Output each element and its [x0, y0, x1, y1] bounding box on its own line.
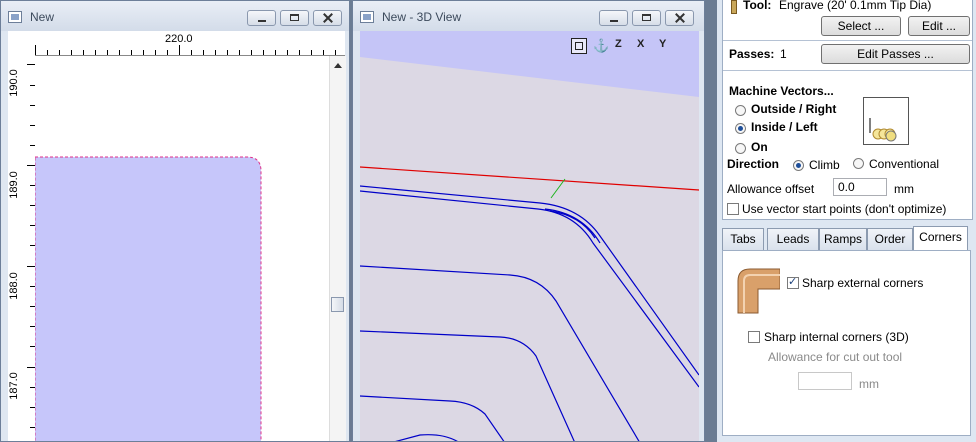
sharp-corner-icon [732, 263, 781, 315]
minimize-button[interactable] [599, 10, 628, 26]
climb-label[interactable]: Climb [809, 158, 840, 172]
ruler-label-220: 220.0 [165, 33, 193, 45]
vector-start-checkbox[interactable] [727, 203, 739, 215]
tool-settings-group: Tool: Engrave (20' 0.1mm Tip Dia) Select… [722, 0, 973, 220]
machine-vectors-heading: Machine Vectors... [729, 84, 834, 98]
allowance-unit: mm [894, 182, 914, 196]
ruler-corner [8, 31, 35, 55]
corners-tab-content: Sharp external corners Sharp internal co… [722, 250, 971, 436]
3d-window-titlebar[interactable]: New - 3D View [353, 1, 704, 31]
view-icons-toolbar: ⚓ Z X Y [571, 38, 691, 58]
3d-view-window: New - 3D View ⚓ Z X Y [352, 0, 705, 442]
on-label[interactable]: On [751, 140, 768, 154]
inside-left-label[interactable]: Inside / Left [751, 120, 818, 134]
tool-name: Engrave (20' 0.1mm Tip Dia) [779, 0, 932, 12]
2d-window-titlebar[interactable]: New [1, 1, 349, 31]
vector-start-label[interactable]: Use vector start points (don't optimize) [742, 202, 946, 216]
window-icon [360, 11, 374, 23]
cutout-allowance-unit: mm [859, 377, 879, 391]
vertical-ruler: 190.0 189.0 188.0 187.0 [7, 55, 36, 441]
horizontal-ruler: 220.0 [35, 31, 345, 56]
ruler-label-190: 190.0 [7, 69, 20, 97]
direction-label: Direction [727, 157, 780, 171]
machine-vectors-preview-icon [863, 97, 909, 145]
tab-tabs[interactable]: Tabs [722, 228, 764, 250]
zoom-fit-icon[interactable] [571, 38, 587, 54]
tab-order[interactable]: Order [867, 228, 913, 250]
maximize-button[interactable] [280, 10, 309, 26]
close-button[interactable] [665, 10, 694, 26]
view-z-icon[interactable]: Z [615, 38, 622, 50]
edit-passes-button[interactable]: Edit Passes ... [821, 44, 970, 64]
divider [723, 40, 972, 41]
allowance-offset-input[interactable]: 0.0 [833, 178, 887, 196]
on-radio[interactable] [735, 143, 746, 154]
cutout-allowance-input[interactable] [798, 372, 852, 390]
3d-scene[interactable] [360, 31, 699, 442]
tab-leads[interactable]: Leads [767, 228, 819, 250]
ruler-label-188: 188.0 [7, 272, 20, 300]
view-y-icon[interactable]: Y [659, 38, 666, 50]
sharp-internal-checkbox[interactable] [748, 331, 760, 343]
ruler-label-189: 189.0 [7, 171, 20, 199]
sharp-external-label[interactable]: Sharp external corners [802, 276, 923, 290]
3d-viewport[interactable]: ⚓ Z X Y [360, 31, 699, 442]
view-x-icon[interactable]: X [637, 38, 644, 50]
sharp-external-checkbox[interactable] [787, 275, 799, 289]
toolpath-settings-panel: Tool: Engrave (20' 0.1mm Tip Dia) Select… [717, 0, 976, 442]
cutout-allowance-label: Allowance for cut out tool [768, 350, 903, 364]
selected-vector-shape[interactable] [34, 56, 329, 442]
outside-right-radio[interactable] [735, 105, 746, 116]
maximize-button[interactable] [632, 10, 661, 26]
iso-view-icon[interactable]: ⚓ [593, 38, 609, 54]
conventional-label[interactable]: Conventional [869, 157, 939, 171]
green-direction-line [550, 178, 566, 199]
passes-value: 1 [780, 47, 787, 61]
red-vector-line [360, 166, 699, 191]
window-icon [8, 11, 22, 23]
inside-left-radio[interactable] [735, 123, 746, 134]
divider [723, 70, 972, 71]
tab-corners[interactable]: Corners [913, 226, 968, 251]
tab-ramps[interactable]: Ramps [819, 228, 867, 250]
tool-icon [731, 0, 737, 14]
ruler-label-187: 187.0 [7, 372, 20, 400]
minimize-button[interactable] [247, 10, 276, 26]
2d-view-window: New 220.0 190.0 189.0 188.0 187.0 [0, 0, 350, 442]
3d-window-title: New - 3D View [382, 10, 462, 24]
sharp-internal-label[interactable]: Sharp internal corners (3D) [764, 330, 909, 344]
outside-right-label[interactable]: Outside / Right [751, 102, 836, 116]
vertical-scrollbar[interactable] [329, 56, 346, 441]
scroll-up-arrow-icon[interactable] [334, 63, 342, 68]
edit-tool-button[interactable]: Edit ... [908, 16, 970, 36]
climb-radio[interactable] [793, 160, 804, 171]
select-tool-button[interactable]: Select ... [821, 16, 901, 36]
2d-window-title: New [30, 10, 55, 24]
toolpath-lines [360, 185, 699, 441]
2d-drawing-canvas[interactable] [34, 56, 329, 442]
allowance-offset-label: Allowance offset [727, 182, 815, 196]
scroll-thumb[interactable] [331, 297, 344, 312]
passes-label: Passes: [729, 47, 775, 61]
conventional-radio[interactable] [853, 158, 864, 169]
close-button[interactable] [313, 10, 342, 26]
tool-label: Tool: [743, 0, 772, 12]
